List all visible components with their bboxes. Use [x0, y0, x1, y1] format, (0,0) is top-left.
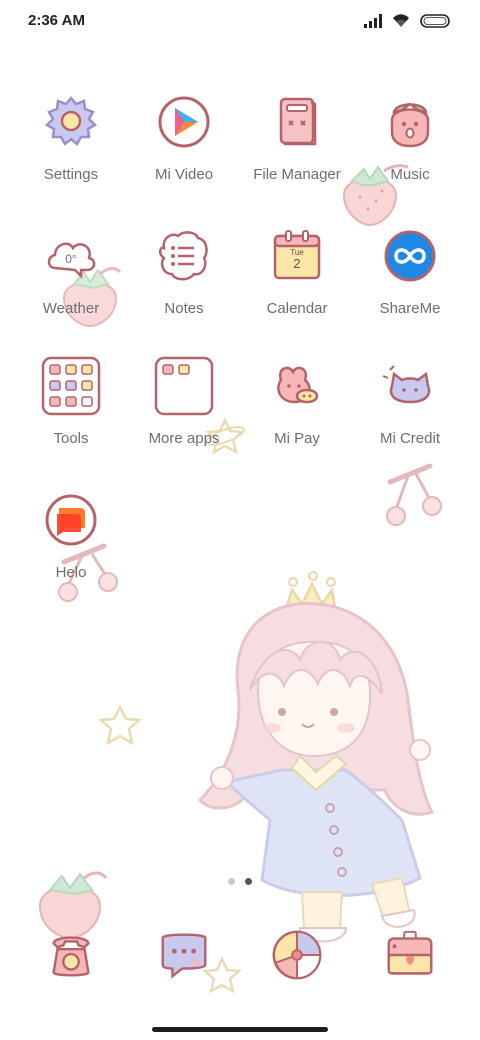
camera-icon [387, 930, 433, 975]
app-weather[interactable]: 0° Weather [15, 226, 127, 317]
camera-dock-icon[interactable] [354, 926, 466, 984]
weather-temp: 0° [65, 252, 77, 266]
app-calendar[interactable]: Tue 2 Calendar [241, 226, 353, 317]
cherry-decoration [386, 463, 442, 526]
app-label-notes: Notes [164, 300, 204, 317]
app-shareme[interactable]: ShareMe [354, 226, 466, 317]
app-mi-pay[interactable]: Mi Pay [241, 356, 353, 447]
messages-dock-icon[interactable] [128, 926, 240, 984]
page-dot-1[interactable] [228, 878, 235, 885]
app-helo[interactable]: Helo [15, 490, 127, 581]
status-bar: 2:36 AM [0, 0, 480, 44]
cat-icon [382, 365, 431, 404]
app-mi-credit[interactable]: Mi Credit [354, 356, 466, 447]
page-indicator [0, 878, 480, 885]
wifi-icon [393, 14, 409, 27]
app-mi-video[interactable]: Mi Video [128, 92, 240, 183]
notes-icon [159, 231, 208, 281]
phone-icon [52, 936, 90, 977]
app-label-shareme: ShareMe [379, 300, 441, 317]
chat-bubble-icon [45, 494, 97, 546]
tools-folder-icon [41, 356, 101, 416]
app-tools-folder[interactable]: Tools [15, 356, 127, 447]
app-label-helo: Helo [55, 564, 87, 581]
app-label-tools: Tools [53, 430, 89, 447]
ball-icon [272, 930, 322, 980]
calendar-date: 2 [293, 256, 300, 271]
message-icon [161, 933, 207, 979]
app-label-mi-credit: Mi Credit [379, 430, 440, 447]
apps-folder-icon [154, 356, 214, 416]
app-settings[interactable]: Settings [15, 92, 127, 183]
app-label-music: Music [390, 166, 430, 183]
cloud-icon: 0° [47, 242, 96, 280]
app-label-file-manager: File Manager [253, 166, 341, 183]
infinity-icon [384, 230, 436, 282]
bunny-icon [277, 366, 319, 404]
page-dot-2[interactable] [245, 878, 252, 885]
phone-dock-icon[interactable] [15, 926, 127, 984]
app-music[interactable]: Music [354, 92, 466, 183]
app-label-mi-pay: Mi Pay [274, 430, 320, 447]
app-file-manager[interactable]: File Manager [241, 92, 353, 183]
browser-dock-icon[interactable] [241, 926, 353, 984]
app-label-weather: Weather [42, 300, 100, 317]
app-notes[interactable]: Notes [128, 226, 240, 317]
signal-icon [364, 13, 382, 28]
gear-icon [44, 96, 98, 146]
app-label-calendar: Calendar [266, 300, 328, 317]
battery-icon [420, 13, 450, 28]
app-more-apps-folder[interactable]: More apps [128, 356, 240, 447]
music-icon [390, 102, 430, 148]
calendar-icon: Tue 2 [273, 230, 321, 280]
app-label-settings: Settings [43, 166, 99, 183]
home-gesture-bar[interactable] [152, 1027, 328, 1032]
play-icon [158, 96, 210, 148]
status-time: 2:36 AM [28, 12, 85, 29]
folder-icon [279, 97, 317, 146]
app-label-more-apps: More apps [148, 430, 220, 447]
app-label-mi-video: Mi Video [154, 166, 214, 183]
girl-illustration [197, 571, 435, 943]
star-decoration [97, 704, 143, 746]
